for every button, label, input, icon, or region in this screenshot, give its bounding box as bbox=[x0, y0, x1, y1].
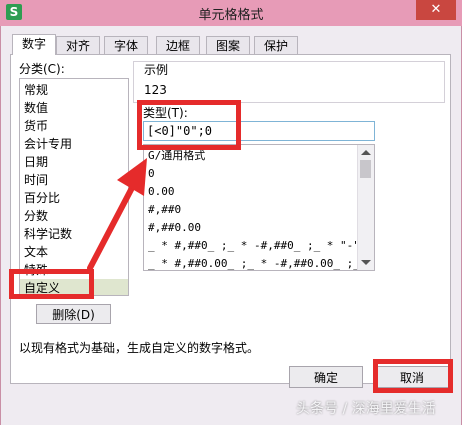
tab-number[interactable]: 数字 bbox=[12, 34, 56, 55]
watermark: 头条号 / 深海里爱生活 bbox=[296, 401, 436, 417]
annotation-arrow-icon bbox=[87, 158, 147, 271]
